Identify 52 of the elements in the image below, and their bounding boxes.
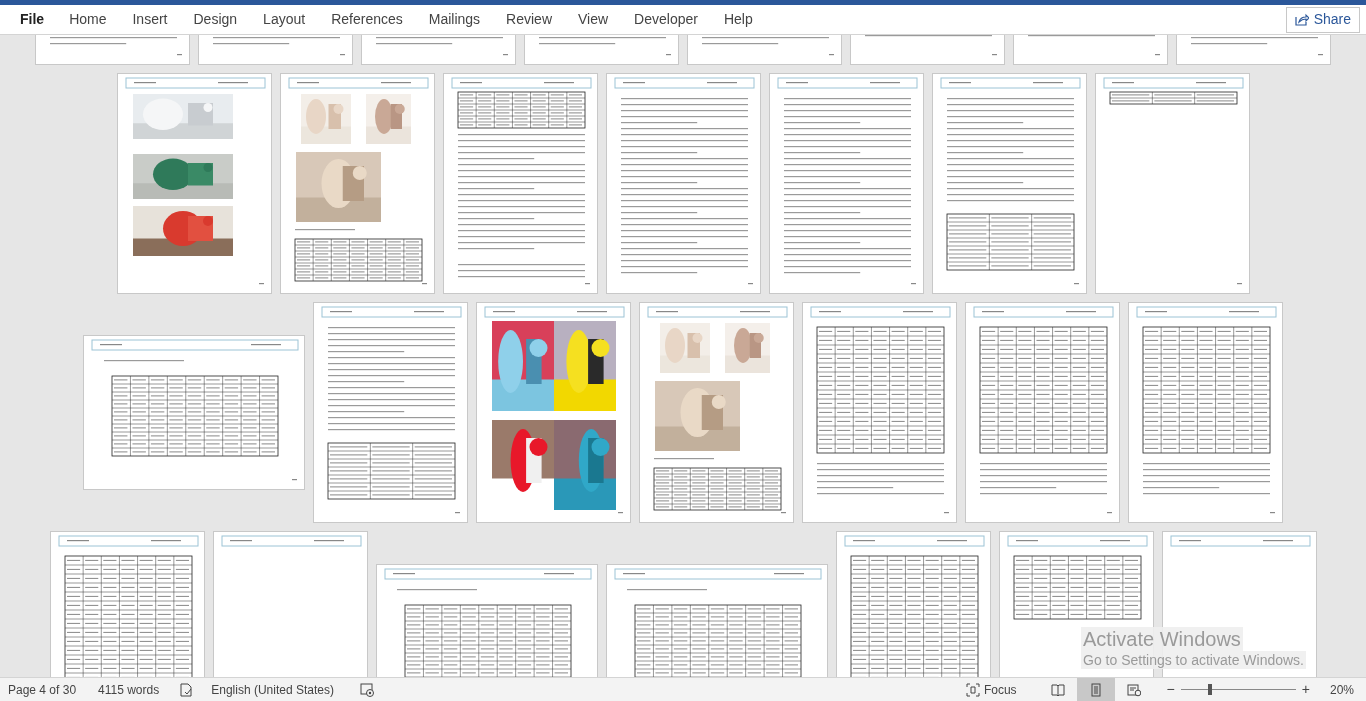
word-count[interactable]: 4115 words [98,680,160,699]
ribbon-tab[interactable]: Review [493,5,565,34]
page-number-mark [503,53,508,56]
ribbon-tab[interactable]: Help [710,5,766,34]
page-number-mark [584,282,590,285]
page-number-mark [340,53,345,56]
page-number-mark [910,282,916,285]
page-number-mark [992,53,997,56]
ribbon-tab[interactable]: View [565,5,622,34]
page-number-mark [421,282,427,285]
ribbon-tab[interactable]: Developer [621,5,711,34]
zoom-in-button[interactable]: + [1301,679,1310,700]
page-number-mark [1107,511,1112,514]
ribbon-tab[interactable]: File [8,5,57,34]
page-number-mark [1155,53,1160,56]
page-number-mark [1073,282,1079,285]
ribbon-tab[interactable]: Mailings [415,5,494,34]
share-button[interactable]: Share [1285,6,1360,33]
globe-page-icon [1126,682,1141,697]
page-number-mark [666,53,671,56]
ribbon-tab[interactable]: Insert [119,5,181,34]
focus-button[interactable]: Focus [965,680,1017,699]
page-number-mark [781,511,786,514]
activation-title: Activate Windows [1081,627,1243,651]
page-number-mark [618,511,623,514]
ribbon-tab[interactable]: References [318,5,416,34]
ribbon-tab[interactable]: Design [180,5,251,34]
activation-message: Go to Settings to activate Windows. [1081,651,1306,669]
page-number-mark [177,53,182,56]
page-count[interactable]: Page 4 of 30 [8,680,77,699]
page-number-mark [1236,282,1242,285]
focus-icon [965,682,980,697]
page-number-mark [258,282,264,285]
page-number-mark [944,511,949,514]
page-number-mark [829,53,834,56]
accessibility-icon[interactable] [359,682,375,697]
proofing-icon[interactable] [179,682,194,697]
page-number-mark [747,282,753,285]
zoom-out-button[interactable]: − [1166,679,1175,700]
page-number-mark [1270,511,1275,514]
view-button[interactable] [1076,678,1115,701]
language-indicator[interactable]: English (United States) [211,680,334,699]
ribbon-tab[interactable]: Layout [250,5,319,34]
page-number-mark [1318,53,1323,56]
share-icon [1294,13,1309,26]
page-icon [1088,682,1103,697]
book-icon [1050,682,1065,697]
zoom-level[interactable]: 20% [1329,680,1354,699]
page-number-mark [455,511,460,514]
zoom-slider-thumb[interactable] [1207,684,1212,695]
ribbon-tab[interactable]: Home [56,5,120,34]
page-number-mark [292,478,297,481]
